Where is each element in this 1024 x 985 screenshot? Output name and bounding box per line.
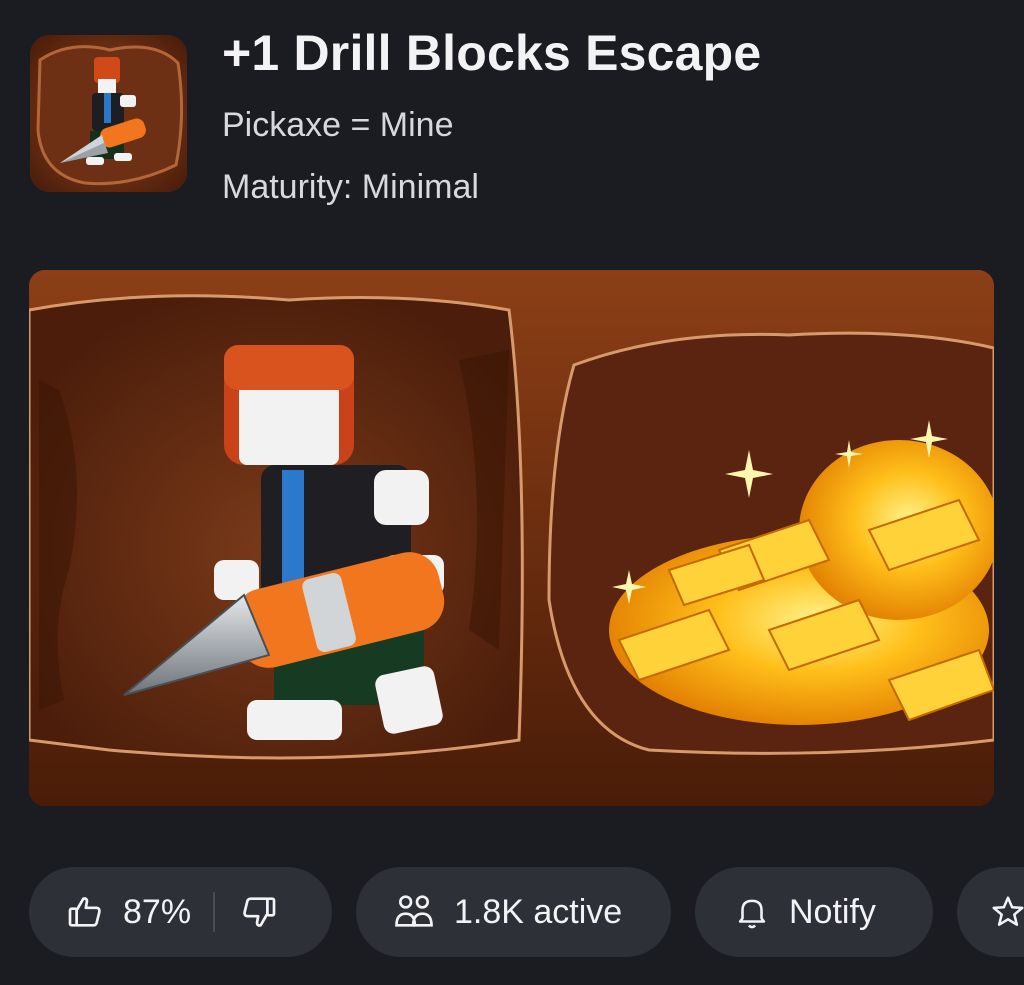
game-details-page: +1 Drill Blocks Escape Pickaxe = Mine Ma… [0, 0, 1024, 985]
active-players-pill[interactable]: 1.8K active [356, 867, 671, 957]
rating-percentage: 87% [123, 892, 192, 931]
notify-button[interactable]: Notify [695, 867, 933, 957]
thumbs-down-icon[interactable] [239, 892, 279, 932]
favorite-button[interactable] [957, 867, 1024, 957]
bell-icon [733, 893, 771, 931]
active-players-count: 1.8K active [454, 892, 623, 931]
thumbs-up-icon[interactable] [65, 892, 105, 932]
users-icon [392, 892, 436, 932]
maturity-rating: Maturity: Minimal [222, 168, 479, 206]
game-thumbnail-art [29, 270, 994, 806]
notify-label: Notify [789, 892, 876, 931]
game-thumbnail[interactable] [29, 270, 994, 806]
vote-divider [213, 892, 216, 932]
game-icon[interactable] [30, 35, 187, 192]
game-title: +1 Drill Blocks Escape [222, 25, 762, 81]
vote-pill: 87% [29, 867, 332, 957]
action-bar: 87% 1.8K active Notify [29, 867, 1024, 957]
game-icon-art [30, 35, 187, 192]
game-description: Pickaxe = Mine [222, 106, 454, 144]
star-icon [989, 893, 1024, 931]
